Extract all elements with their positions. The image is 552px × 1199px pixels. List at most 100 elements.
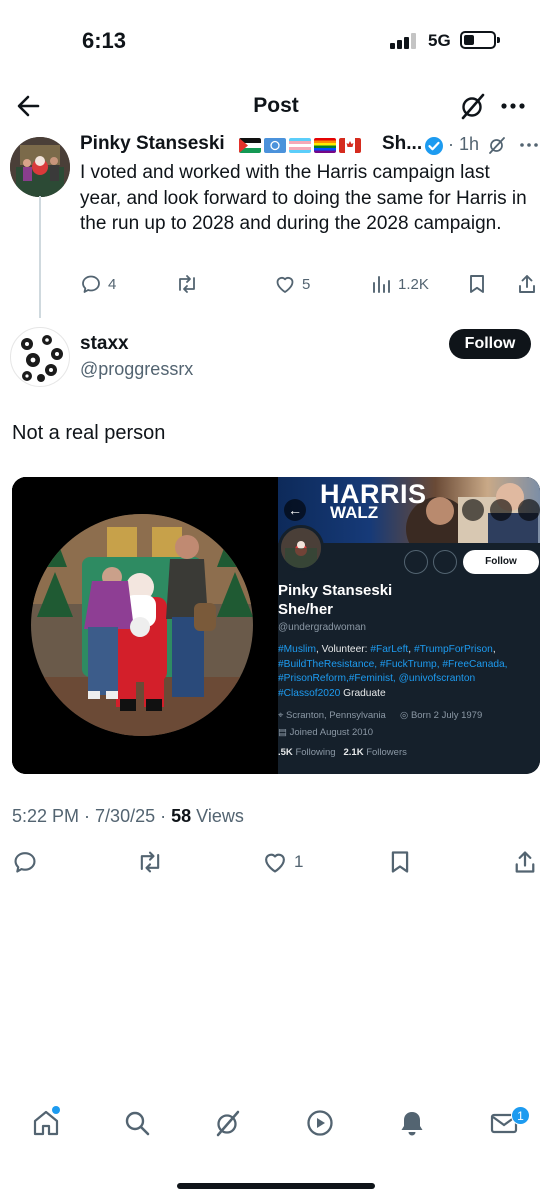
banner-text-walz: WALZ xyxy=(330,503,379,522)
palestine-flag-icon xyxy=(239,138,261,153)
post-date: 7/30/25 xyxy=(95,806,156,826)
heart-icon xyxy=(276,276,294,293)
post-meta: 5:22 PM · 7/30/25 · 58 Views xyxy=(12,806,244,826)
location-text: Scranton, Pennsylvania xyxy=(286,710,386,721)
search-icon xyxy=(490,499,512,521)
thread-line xyxy=(39,196,41,318)
name-emoji-flags xyxy=(239,135,361,155)
parent-author-name-tail: Sh... xyxy=(382,133,423,154)
bottom-tab-bar xyxy=(0,1100,552,1156)
reply-tweet-text: Not a real person xyxy=(12,422,166,444)
reply-button[interactable] xyxy=(12,849,38,875)
profile-pronouns: She/her xyxy=(278,601,334,618)
profile-avatar xyxy=(278,525,324,571)
retweet-button[interactable] xyxy=(136,849,164,875)
home-indicator[interactable] xyxy=(177,1183,375,1189)
views-count: 58 xyxy=(171,806,192,826)
bio-tag: #Muslim xyxy=(278,644,316,655)
post-time: 5:22 PM xyxy=(12,806,80,826)
canada-flag-icon xyxy=(339,138,361,153)
bio-line: #PrisonReform,#Feminist, @univofscranton xyxy=(278,673,476,684)
parent-time-value: 1h xyxy=(459,134,480,154)
bio-text: , Volunteer: xyxy=(315,644,371,655)
tab-video[interactable] xyxy=(305,1108,335,1138)
signal-icon xyxy=(390,33,418,49)
views-chart-icon xyxy=(373,276,390,293)
profile-birthday: ◎ Born 2 July 1979 xyxy=(400,710,483,721)
like-button[interactable]: 1 xyxy=(262,849,303,875)
profile-handle: @undergradwoman xyxy=(278,622,366,633)
grok-button[interactable] xyxy=(458,91,488,121)
heart-icon xyxy=(265,853,285,873)
message-icon xyxy=(433,550,457,574)
bookmark-button[interactable] xyxy=(387,849,413,875)
parent-reply-count: 4 xyxy=(108,275,117,293)
followers-label: Followers xyxy=(366,747,407,758)
parent-reply-button[interactable]: 4 xyxy=(80,273,116,295)
parent-avatar[interactable] xyxy=(10,137,70,197)
media-image-santa-photo[interactable] xyxy=(12,477,273,774)
tab-notifications[interactable] xyxy=(397,1108,427,1138)
parent-views-button[interactable]: 1.2K xyxy=(370,273,429,295)
parent-like-count: 5 xyxy=(302,275,311,293)
profile-follow-stats: .5K Following 2.1K Followers xyxy=(278,747,407,758)
bookmark-icon xyxy=(391,851,409,873)
more-icon xyxy=(501,103,525,109)
retweet-icon xyxy=(179,275,195,293)
parent-views-count: 1.2K xyxy=(398,275,429,293)
profile-bio: #Muslim, Volunteer: #FarLeft, #TrumpForP… xyxy=(278,643,540,701)
profile-follow-button: Follow xyxy=(463,550,539,574)
reply-author-name[interactable]: staxx xyxy=(80,333,129,355)
retweet-icon xyxy=(140,851,160,873)
like-count: 1 xyxy=(294,852,304,871)
parent-share-button[interactable] xyxy=(516,273,538,295)
profile-name: Pinky Stanseski xyxy=(278,582,393,599)
share-icon xyxy=(515,851,535,873)
grok-icon xyxy=(216,1110,240,1137)
trans-flag-icon xyxy=(289,138,311,153)
views-label: Views xyxy=(196,806,244,826)
reply-avatar[interactable] xyxy=(10,327,70,387)
bookmark-icon xyxy=(470,275,484,293)
post-header: Post xyxy=(0,80,552,132)
tab-grok[interactable] xyxy=(213,1108,243,1138)
bio-text: Graduate xyxy=(340,687,386,699)
media-grid: HARRIS WALZ ← Follow Pinky Stanseski She… xyxy=(12,477,540,774)
grok-icon xyxy=(461,93,485,120)
back-arrow-icon: ← xyxy=(284,499,306,521)
verified-badge-icon xyxy=(424,136,444,156)
reply-icon xyxy=(14,852,36,873)
follow-button[interactable]: Follow xyxy=(449,329,531,359)
parent-grok-button[interactable] xyxy=(487,135,507,155)
parent-like-button[interactable]: 5 xyxy=(274,273,310,295)
reply-icon xyxy=(82,275,100,293)
media-image-profile-screenshot[interactable]: HARRIS WALZ ← Follow Pinky Stanseski She… xyxy=(278,477,540,774)
notifications-icon xyxy=(401,1112,423,1136)
more-options-button[interactable] xyxy=(496,91,530,121)
messages-badge: 1 xyxy=(511,1106,530,1125)
parent-retweet-button[interactable] xyxy=(175,273,199,295)
joined-text: Joined August 2010 xyxy=(289,727,374,738)
followers-count: 2.1K xyxy=(343,747,364,758)
status-bar: 6:13 5G xyxy=(0,0,552,80)
battery-icon xyxy=(460,31,500,49)
grok-icon xyxy=(489,137,505,154)
parent-author-name[interactable]: Pinky Stanseski xyxy=(80,133,225,155)
tab-search[interactable] xyxy=(122,1108,152,1138)
search-icon xyxy=(125,1111,150,1136)
subscribe-icon xyxy=(404,550,428,574)
un-flag-icon xyxy=(264,138,286,153)
bio-line: #BuildTheResistance, #FuckTrump, #FreeCa… xyxy=(278,658,508,670)
status-time: 6:13 xyxy=(82,28,127,53)
rainbow-flag-icon xyxy=(314,138,336,153)
following-count: .5K xyxy=(278,747,293,758)
network-label: 5G xyxy=(428,31,451,50)
parent-more-button[interactable] xyxy=(518,137,540,153)
share-button[interactable] xyxy=(512,849,538,875)
grok-icon xyxy=(462,499,484,521)
profile-joined: ▤ Joined August 2010 xyxy=(278,727,374,738)
profile-location: ⌖ Scranton, Pennsylvania xyxy=(278,710,386,721)
reply-author-handle[interactable]: @proggressrx xyxy=(80,359,193,380)
parent-bookmark-button[interactable] xyxy=(466,273,488,295)
more-icon xyxy=(518,499,540,521)
